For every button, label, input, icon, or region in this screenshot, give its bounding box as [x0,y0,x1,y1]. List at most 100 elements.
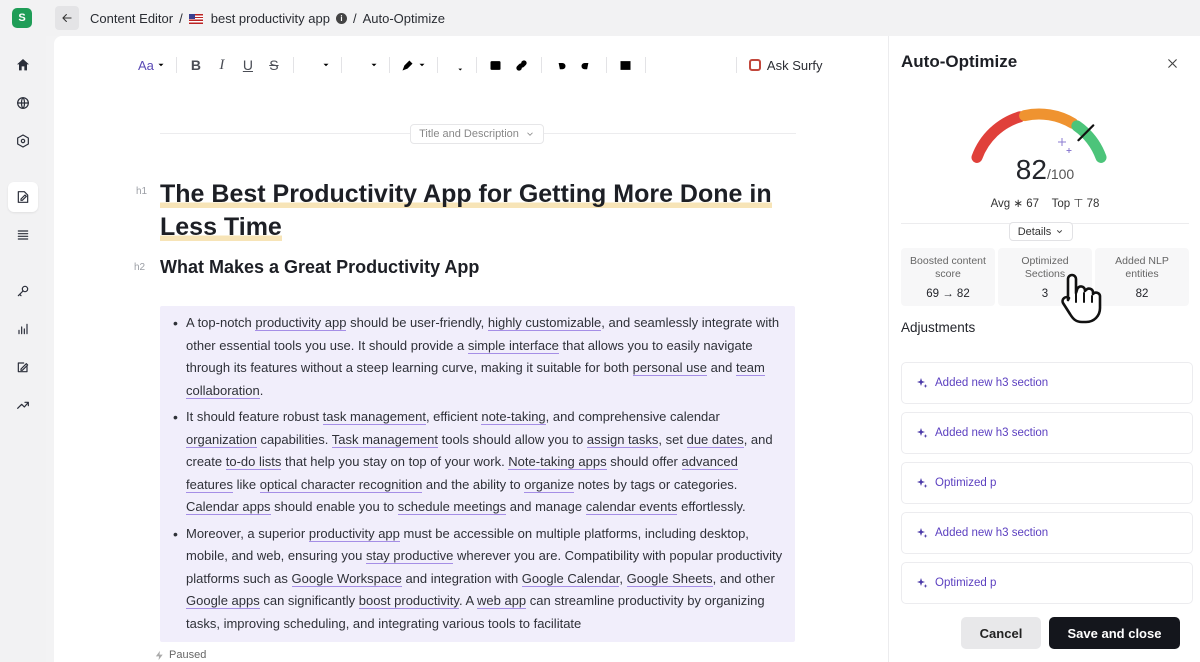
sparkle-icon [1058,138,1072,153]
chevron-down-icon [158,63,164,67]
top-label: Top [1051,198,1071,210]
surfy-icon [748,59,761,71]
image-icon [490,60,501,70]
adjustment-item[interactable]: Added new h3 section [901,512,1193,554]
nlp-term: schedule meetings [397,499,507,515]
italic-button[interactable]: I [209,52,235,78]
stat-value: 82 [1135,288,1149,300]
sparkle-icon [917,428,928,438]
chevron-down-icon [323,63,329,67]
body-text: and [707,360,736,375]
insert-link-button[interactable] [509,52,535,78]
document-h2[interactable]: What Makes a Great Productivity App [160,257,479,278]
nlp-term: Calendar apps [186,499,271,515]
nlp-term: highly customizable [487,315,602,331]
more-horizontal-icon [657,58,672,73]
sidebar-item-content-editor[interactable] [8,182,38,212]
h1-tag: h1 [136,186,148,197]
sidebar-item-trends[interactable] [8,390,38,420]
avg-marker-icon: ∗ [1013,198,1024,210]
adjustment-item[interactable]: Added new h3 section [901,412,1193,454]
brush-icon [402,60,413,70]
panel-title: Auto-Optimize [901,52,1018,71]
body-text: should enable you to [270,499,398,514]
nlp-term: personal use [632,360,708,376]
save-and-close-button[interactable]: Save and close [1049,617,1180,649]
breadcrumb-document[interactable]: best productivity app [211,11,330,26]
adjustment-item[interactable]: Added new h3 section [901,362,1193,404]
chevron-down-icon [1057,230,1063,234]
h2-tag: h2 [134,262,146,273]
sidebar-item-globe[interactable] [8,88,38,118]
editor-area: Aa B I U S Ask Surfy Title and Descripti… [54,36,888,662]
info-icon[interactable]: i [335,13,347,24]
body-text: It should feature robust [186,409,323,424]
stat-label: Boosted content score [910,255,986,280]
body-text: , efficient [425,409,482,424]
breadcrumb-content-editor[interactable]: Content Editor [90,11,173,26]
insert-image-button[interactable] [483,52,509,78]
nlp-term: note-taking [481,409,546,425]
bold-button[interactable]: B [183,52,209,78]
toolbar-divider [540,57,542,73]
cancel-button[interactable]: Cancel [961,617,1041,649]
close-button[interactable] [1161,52,1183,74]
toolbar-divider [175,57,177,73]
status-text: Paused [169,649,207,661]
body-text: , set [658,431,687,447]
toolbar-divider [605,57,607,73]
toolbar-divider [340,57,342,73]
align-dropdown[interactable] [300,52,335,78]
document-h1[interactable]: The Best Productivity App for Getting Mo… [160,178,800,244]
adjustment-item[interactable]: Optimized p [901,562,1193,604]
sidebar-item-audit[interactable] [8,126,38,156]
sidebar-item-home[interactable] [8,50,38,80]
stat-nlp-entities: Added NLP entities 82 [1095,248,1189,306]
align-left-icon [306,61,317,69]
clear-format-button[interactable] [444,52,470,78]
app-logo[interactable]: S [12,8,32,28]
nlp-term: Google Sheets [626,570,713,587]
body-text: effortlessly. [677,499,746,514]
sidebar-item-ai-writer[interactable] [8,352,38,382]
bold-icon: B [190,57,201,73]
body-text: that help you stay on top of your work. [281,454,509,469]
undo-button[interactable] [548,52,574,78]
avg-value: 67 [1026,198,1040,210]
strikethrough-button[interactable]: S [261,52,287,78]
body-text: notes by tags or categories. [574,476,738,492]
ai-sparkle-button[interactable] [704,52,730,78]
more-options-button[interactable] [652,52,678,78]
hand-cursor-icon [1061,273,1102,324]
back-button[interactable] [55,6,79,30]
details-button[interactable]: Details [1009,222,1073,241]
adjustment-item[interactable]: Optimized p [901,462,1193,504]
nlp-term: boost productivity [358,593,459,609]
top-value: 78 [1086,198,1100,210]
underline-icon: U [242,57,253,73]
list-item[interactable]: A top-notch productivity app should be u… [173,312,787,402]
text-style-dropdown[interactable]: Aa [134,52,170,78]
insert-table-button[interactable] [613,52,639,78]
title-description-toggle[interactable]: Title and Description [410,124,544,144]
adjustments-list: Added new h3 section Added new h3 section… [901,362,1193,612]
sidebar-item-list[interactable] [8,220,38,250]
globe-icon [17,97,29,109]
ask-surfy-button[interactable]: Ask Surfy [748,58,823,73]
list-item[interactable]: It should feature robust task management… [173,406,787,519]
sidebar-item-analytics[interactable] [8,314,38,344]
formatting-toolbar: Aa B I U S Ask Surfy [134,52,823,78]
sidebar-item-keywords[interactable] [8,276,38,306]
highlight-dropdown[interactable] [396,52,431,78]
body-text: should offer [606,454,682,469]
toolbar-divider [436,57,438,73]
close-icon [1167,58,1177,68]
list-item[interactable]: Moreover, a superior productivity app mu… [173,523,787,636]
stat-label: Added NLP entities [1115,255,1169,280]
redo-button[interactable] [574,52,600,78]
optimized-content-block[interactable]: A top-notch productivity app should be u… [160,306,795,642]
key-icon [17,285,29,297]
list-dropdown[interactable] [348,52,383,78]
underline-button[interactable]: U [235,52,261,78]
body-text: and integration with [401,570,522,586]
